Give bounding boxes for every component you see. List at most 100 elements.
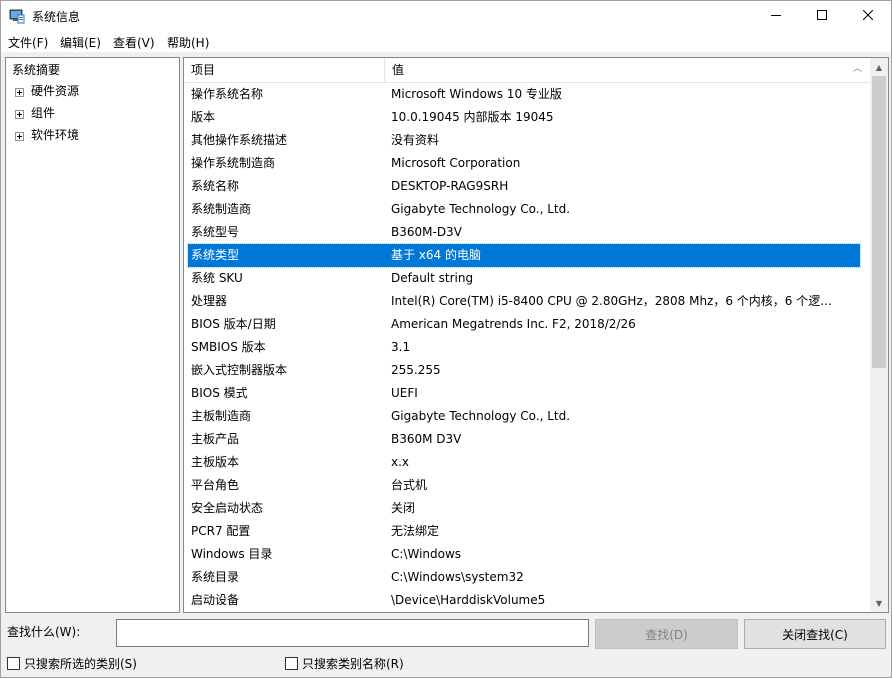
- search-selected-category-option[interactable]: 只搜索所选的类别(S): [7, 655, 137, 671]
- vertical-scrollbar[interactable]: ▲ ▼: [870, 58, 888, 612]
- search-selected-checkbox[interactable]: [7, 656, 20, 670]
- window-title: 系统信息: [32, 10, 81, 24]
- row-item-name: 系统类型: [191, 248, 240, 262]
- expand-icon[interactable]: [15, 88, 24, 97]
- table-row[interactable]: 系统类型 基于 x64 的电脑: [187, 243, 861, 268]
- row-item-name: 其他操作系统描述: [191, 133, 288, 147]
- menu-view[interactable]: 查看(V): [113, 34, 155, 51]
- table-row[interactable]: SMBIOS 版本 3.1: [188, 336, 860, 359]
- row-item-value: \Device\HarddiskVolume5: [391, 593, 546, 607]
- tree-item-system-summary[interactable]: 系统摘要: [12, 60, 60, 80]
- maximize-button[interactable]: [799, 1, 845, 31]
- menu-help[interactable]: 帮助(H): [167, 34, 209, 51]
- table-row[interactable]: PCR7 配置 无法绑定: [188, 520, 860, 543]
- row-item-name: 操作系统名称: [191, 87, 264, 101]
- row-item-name: 主板产品: [191, 432, 240, 446]
- system-information-window: 系统信息 文件(F) 编辑(E) 查看(V) 帮助(H) 系统摘要 硬件资源 组…: [0, 0, 892, 678]
- row-item-value: 3.1: [391, 340, 411, 354]
- row-item-name: 主板版本: [191, 455, 240, 469]
- row-item-name: 嵌入式控制器版本: [191, 363, 288, 377]
- row-item-name: Windows 目录: [191, 547, 273, 561]
- search-selected-label: 只搜索所选的类别(S): [24, 656, 137, 671]
- menu-edit[interactable]: 编辑(E): [60, 34, 101, 51]
- system-information-icon: [9, 8, 25, 24]
- row-item-value: 无法绑定: [391, 524, 440, 538]
- row-item-value: x.x: [391, 455, 410, 469]
- table-row[interactable]: 系统目录 C:\Windows\system32: [188, 566, 860, 589]
- table-row[interactable]: 嵌入式控制器版本 255.255: [188, 359, 860, 382]
- row-item-name: 系统制造商: [191, 202, 252, 216]
- row-item-value: 255.255: [391, 363, 441, 377]
- table-row[interactable]: 平台角色 台式机: [188, 474, 860, 497]
- tree-item-hardware-resources[interactable]: 硬件资源: [31, 81, 79, 101]
- table-row[interactable]: Windows 目录 C:\Windows: [188, 543, 860, 566]
- row-item-value: Default string: [391, 271, 474, 285]
- row-item-value: 基于 x64 的电脑: [391, 248, 482, 262]
- column-header-value[interactable]: 值: [385, 58, 404, 83]
- row-item-value: Intel(R) Core(TM) i5-8400 CPU @ 2.80GHz，…: [391, 294, 832, 308]
- search-names-label: 只搜索类别名称(R): [302, 656, 404, 671]
- details-list: 项目 值 ︿ 操作系统名称 Microsoft Windows 10 专业版版本 1…: [183, 57, 889, 613]
- row-item-name: SMBIOS 版本: [191, 340, 266, 354]
- row-item-name: BIOS 模式: [191, 386, 248, 400]
- search-names-checkbox[interactable]: [285, 656, 298, 670]
- row-item-value: 没有资料: [391, 133, 440, 147]
- close-find-button[interactable]: 关闭查找(C): [744, 619, 886, 649]
- row-item-value: Gigabyte Technology Co., Ltd.: [391, 409, 571, 423]
- minimize-button[interactable]: [753, 1, 799, 31]
- minimize-icon: [771, 9, 781, 23]
- menu-file[interactable]: 文件(F): [8, 34, 48, 51]
- row-item-value: 10.0.19045 内部版本 19045: [391, 110, 554, 124]
- table-row[interactable]: 版本 10.0.19045 内部版本 19045: [188, 106, 860, 129]
- row-item-value: Gigabyte Technology Co., Ltd.: [391, 202, 571, 216]
- table-row[interactable]: 安全启动状态 关闭: [188, 497, 860, 520]
- tree-item-components[interactable]: 组件: [31, 103, 55, 123]
- row-item-name: 系统目录: [191, 570, 240, 584]
- row-item-value: C:\Windows: [391, 547, 462, 561]
- find-button[interactable]: 查找(D): [595, 619, 738, 649]
- scroll-down-icon[interactable]: ▼: [870, 594, 888, 612]
- table-row[interactable]: 主板版本 x.x: [188, 451, 860, 474]
- row-item-name: 处理器: [191, 294, 228, 308]
- table-row[interactable]: 系统 SKU Default string: [188, 267, 860, 290]
- sort-ascending-icon: ︿: [853, 64, 863, 74]
- table-row[interactable]: 主板制造商 Gigabyte Technology Co., Ltd.: [188, 405, 860, 428]
- title-bar[interactable]: 系统信息: [1, 1, 891, 31]
- table-row[interactable]: 系统型号 B360M-D3V: [188, 221, 860, 244]
- menu-bar: 文件(F) 编辑(E) 查看(V) 帮助(H): [1, 31, 891, 52]
- row-item-name: 安全启动状态: [191, 501, 264, 515]
- row-item-value: Microsoft Windows 10 专业版: [391, 87, 562, 101]
- table-row[interactable]: BIOS 模式 UEFI: [188, 382, 860, 405]
- tree-item-software-environment[interactable]: 软件环境: [31, 125, 79, 145]
- table-row[interactable]: 处理器 Intel(R) Core(TM) i5-8400 CPU @ 2.80G…: [188, 290, 860, 313]
- expand-icon[interactable]: [15, 110, 24, 119]
- table-row[interactable]: 系统制造商 Gigabyte Technology Co., Ltd.: [188, 198, 860, 221]
- table-row[interactable]: 启动设备 \Device\HarddiskVolume5: [188, 589, 860, 612]
- scroll-thumb[interactable]: [872, 76, 886, 368]
- table-row[interactable]: 主板产品 B360M D3V: [188, 428, 860, 451]
- row-item-name: 主板制造商: [191, 409, 252, 423]
- table-row[interactable]: 系统名称 DESKTOP-RAG9SRH: [188, 175, 860, 198]
- row-item-name: 系统型号: [191, 225, 240, 239]
- table-row[interactable]: 其他操作系统描述 没有资料: [188, 129, 860, 152]
- scroll-up-icon[interactable]: ▲: [870, 58, 888, 76]
- search-category-names-option[interactable]: 只搜索类别名称(R): [285, 655, 404, 671]
- category-tree: 系统摘要 硬件资源 组件 软件环境: [5, 57, 180, 613]
- row-item-name: 操作系统制造商: [191, 156, 276, 170]
- close-button[interactable]: [845, 1, 891, 31]
- list-header: 项目 值 ︿: [184, 58, 870, 83]
- table-row[interactable]: BIOS 版本/日期 American Megatrends Inc. F2, 2…: [188, 313, 860, 336]
- row-item-name: 平台角色: [191, 478, 240, 492]
- row-item-name: BIOS 版本/日期: [191, 317, 276, 331]
- row-item-value: UEFI: [391, 386, 418, 400]
- row-item-value: American Megatrends Inc. F2, 2018/2/26: [391, 317, 636, 331]
- find-input[interactable]: [116, 619, 589, 647]
- find-label: 查找什么(W):: [7, 625, 81, 639]
- table-row[interactable]: 操作系统名称 Microsoft Windows 10 专业版: [188, 83, 860, 106]
- row-item-name: 启动设备: [191, 593, 240, 607]
- expand-icon[interactable]: [15, 132, 24, 141]
- column-header-item[interactable]: 项目: [184, 58, 215, 83]
- row-item-value: 关闭: [391, 501, 416, 515]
- row-item-value: C:\Windows\system32: [391, 570, 524, 584]
- table-row[interactable]: 操作系统制造商 Microsoft Corporation: [188, 152, 860, 175]
